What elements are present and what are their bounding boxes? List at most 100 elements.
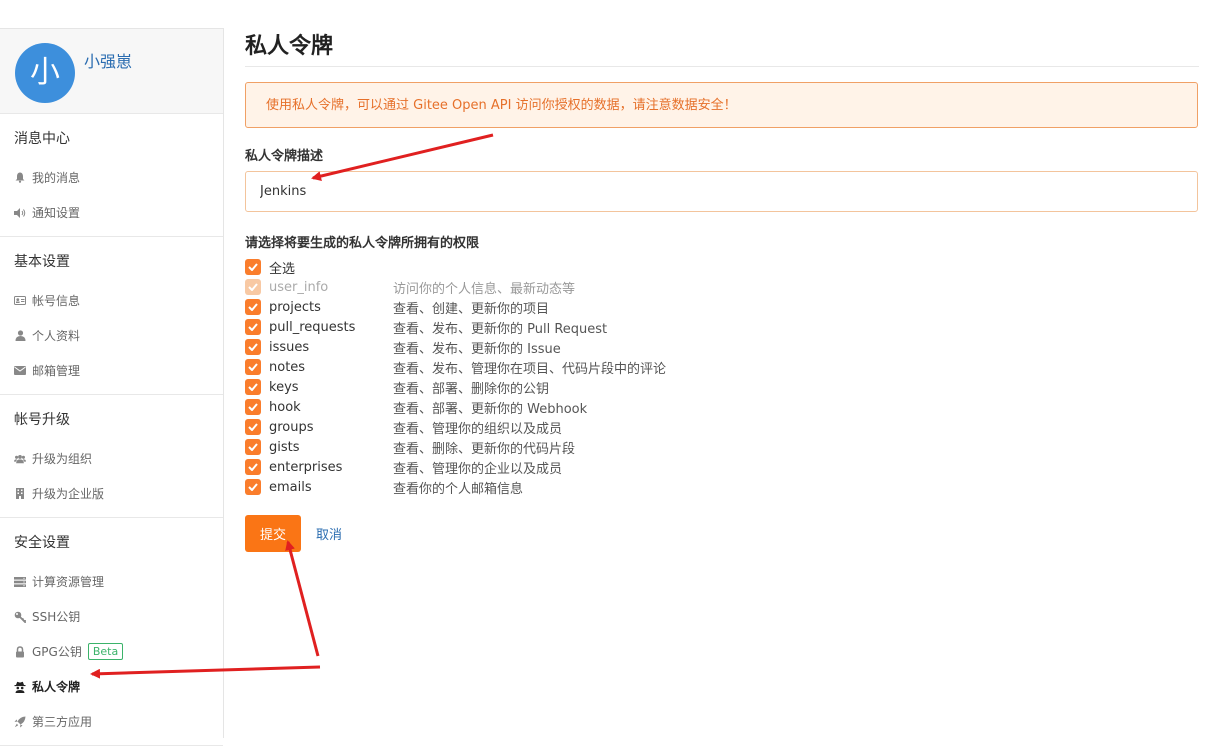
check-icon	[248, 383, 258, 391]
scope-row[interactable]: emails 查看你的个人邮箱信息	[245, 477, 1199, 497]
submit-button[interactable]: 提交	[245, 515, 301, 552]
check-icon	[248, 343, 258, 351]
scope-checkbox[interactable]	[245, 339, 261, 355]
scope-checkbox[interactable]	[245, 359, 261, 375]
sidebar-item-label: 计算资源管理	[32, 575, 105, 589]
select-all-row[interactable]: 全选	[245, 257, 1199, 277]
scope-name: user_info	[269, 279, 329, 295]
sidebar-item-label: 个人资料	[32, 329, 81, 343]
rocket-icon	[14, 716, 26, 728]
scope-description: 查看、发布、管理你在项目、代码片段中的评论	[393, 361, 667, 377]
select-all-checkbox[interactable]	[245, 259, 261, 275]
check-icon	[248, 443, 258, 451]
profile-header: 小 小强崽	[0, 29, 223, 114]
id-card-icon	[14, 295, 26, 307]
check-icon	[248, 303, 258, 311]
check-icon	[248, 283, 258, 291]
cancel-link[interactable]: 取消	[316, 524, 342, 543]
scope-checkbox[interactable]	[245, 439, 261, 455]
menu-group: 消息中心 我的消息 通知设置	[0, 114, 223, 237]
select-all-label: 全选	[269, 261, 296, 277]
scope-name: gists	[269, 439, 300, 455]
check-icon	[248, 483, 258, 491]
sidebar-item[interactable]: 通知设置	[0, 195, 223, 230]
scope-row[interactable]: groups 查看、管理你的组织以及成员	[245, 417, 1199, 437]
scope-rows: user_info 访问你的个人信息、最新动态等 projects 查看、创建、更新你…	[245, 277, 1199, 497]
form-actions: 提交 取消	[245, 515, 1199, 552]
page-title: 私人令牌	[245, 28, 1199, 67]
scope-checkbox[interactable]	[245, 479, 261, 495]
annotation-arrow-submit	[285, 540, 320, 657]
lock-icon	[14, 645, 26, 658]
scope-description: 查看、发布、更新你的 Pull Request	[393, 321, 608, 337]
server-icon	[14, 576, 26, 588]
scope-description: 查看、管理你的组织以及成员	[393, 421, 563, 437]
scope-checkbox[interactable]	[245, 379, 261, 395]
scope-name: keys	[269, 379, 299, 395]
scope-name: pull_requests	[269, 319, 356, 335]
scope-row[interactable]: issues 查看、发布、更新你的 Issue	[245, 337, 1199, 357]
scope-checkbox[interactable]	[245, 299, 261, 315]
bell-icon	[14, 172, 26, 184]
scope-checkbox[interactable]	[245, 399, 261, 415]
sidebar-item[interactable]: GPG公钥 Beta	[0, 634, 223, 669]
scope-description: 查看你的个人邮箱信息	[393, 481, 524, 497]
check-icon	[248, 463, 258, 471]
scope-checkbox[interactable]	[245, 459, 261, 475]
scope-description: 查看、删除、更新你的代码片段	[393, 441, 576, 457]
token-description-label: 私人令牌描述	[245, 149, 324, 164]
sidebar-item[interactable]: SSH公钥	[0, 599, 223, 634]
menu-group-title: 安全设置	[14, 535, 70, 551]
username[interactable]: 小强崽	[84, 48, 132, 72]
sidebar-item[interactable]: 个人资料	[0, 318, 223, 353]
sidebar-item-label: SSH公钥	[32, 610, 81, 624]
scope-description: 访问你的个人信息、最新动态等	[393, 281, 576, 297]
sidebar-item-label: 升级为组织	[32, 452, 93, 466]
building-icon	[14, 488, 26, 500]
scope-checkbox[interactable]	[245, 419, 261, 435]
main-content: 私人令牌 使用私人令牌，可以通过 Gitee Open API 访问你授权的数据…	[245, 0, 1199, 552]
scope-description: 查看、创建、更新你的项目	[393, 301, 550, 317]
users-icon	[14, 453, 26, 465]
sidebar-item[interactable]: 帐号信息	[0, 283, 223, 318]
menu-group: 基本设置帐号信息个人资料邮箱管理	[0, 237, 223, 395]
scope-name: groups	[269, 419, 314, 435]
scope-name: hook	[269, 399, 301, 415]
beta-badge: Beta	[87, 643, 124, 660]
menu-group-title: 基本设置	[14, 254, 70, 270]
menu-group-title: 帐号升级	[14, 412, 70, 428]
avatar[interactable]: 小	[15, 43, 75, 103]
token-description-input[interactable]	[245, 171, 1198, 212]
sidebar-item-label: GPG公钥	[32, 645, 82, 659]
check-icon	[248, 323, 258, 331]
scope-checkbox[interactable]	[245, 319, 261, 335]
menu-group: 帐号升级升级为组织升级为企业版	[0, 395, 223, 518]
sidebar-item-label: 私人令牌	[32, 680, 81, 694]
scope-name: emails	[269, 479, 312, 495]
scope-row[interactable]: enterprises 查看、管理你的企业以及成员	[245, 457, 1199, 477]
sidebar-item[interactable]: 第三方应用	[0, 704, 223, 739]
scope-row[interactable]: pull_requests 查看、发布、更新你的 Pull Request	[245, 317, 1199, 337]
sidebar-item[interactable]: 升级为企业版	[0, 476, 223, 511]
sidebar-item[interactable]: 私人令牌	[0, 669, 223, 704]
sidebar-item[interactable]: 邮箱管理	[0, 353, 223, 388]
sidebar-menu: 消息中心 我的消息 通知设置 基本设置 帐号信息 个人资料 邮箱管理 帐号升级 升级为组织 升级为…	[0, 114, 223, 746]
scope-row[interactable]: keys 查看、部署、删除你的公钥	[245, 377, 1199, 397]
scope-row[interactable]: notes 查看、发布、管理你在项目、代码片段中的评论	[245, 357, 1199, 377]
check-icon	[248, 363, 258, 371]
scope-description: 查看、部署、删除你的公钥	[393, 381, 550, 397]
scope-description: 查看、部署、更新你的 Webhook	[393, 401, 588, 417]
sidebar-item[interactable]: 计算资源管理	[0, 564, 223, 599]
sidebar-item-label: 我的消息	[32, 171, 81, 185]
scope-row[interactable]: hook 查看、部署、更新你的 Webhook	[245, 397, 1199, 417]
key-icon	[14, 611, 26, 623]
scope-row[interactable]: projects 查看、创建、更新你的项目	[245, 297, 1199, 317]
scope-description: 查看、管理你的企业以及成员	[393, 461, 563, 477]
check-icon	[248, 403, 258, 411]
check-icon	[248, 263, 258, 271]
info-notice: 使用私人令牌，可以通过 Gitee Open API 访问你授权的数据，请注意数…	[245, 82, 1198, 128]
sidebar-item[interactable]: 我的消息	[0, 160, 223, 195]
sidebar-item-label: 升级为企业版	[32, 487, 105, 501]
scope-row[interactable]: gists 查看、删除、更新你的代码片段	[245, 437, 1199, 457]
sidebar-item[interactable]: 升级为组织	[0, 441, 223, 476]
